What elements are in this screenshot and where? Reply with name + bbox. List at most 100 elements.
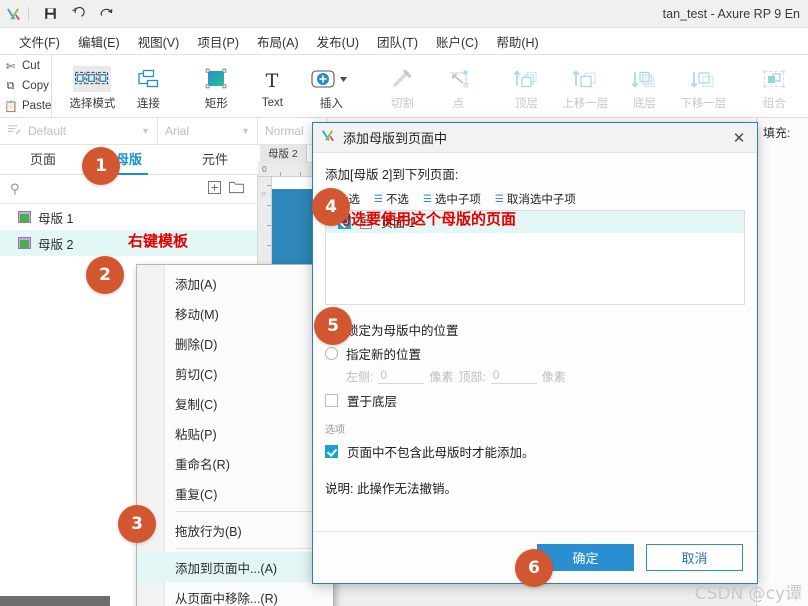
tab-pages[interactable]: 页面 bbox=[0, 149, 86, 174]
menu-item-paste[interactable]: 粘贴(P) bbox=[137, 418, 333, 448]
dialog-title: 添加母版到页面中 bbox=[343, 131, 448, 146]
menu-project[interactable]: 项目(P) bbox=[188, 28, 248, 55]
slice-icon bbox=[391, 66, 413, 92]
bring-to-front-icon bbox=[512, 66, 540, 92]
document-tab[interactable]: 母版 2 bbox=[260, 145, 307, 163]
bring-forward-button[interactable]: 上移一层 bbox=[554, 55, 616, 117]
menu-item-label: 移动(M) bbox=[175, 307, 219, 322]
tab-widgets[interactable]: 元件 bbox=[172, 149, 258, 174]
rectangle-icon bbox=[205, 66, 227, 92]
select-children-button[interactable]: ☰ 选中子项 bbox=[423, 191, 481, 207]
menu-item-copy[interactable]: 复制(C) bbox=[137, 388, 333, 418]
dialog-note: 说明: 此操作无法撤销。 bbox=[325, 482, 457, 496]
select-mode-button[interactable]: 选择模式 bbox=[64, 55, 120, 117]
menu-item-label: 添加到页面中...(A) bbox=[175, 561, 278, 576]
text-button[interactable]: T Text bbox=[244, 55, 300, 117]
axure-logo-icon bbox=[321, 129, 335, 146]
close-icon[interactable]: ✕ bbox=[729, 129, 749, 147]
save-icon[interactable] bbox=[36, 1, 64, 27]
menu-item-duplicate[interactable]: 重复(C) bbox=[137, 478, 333, 508]
group-button[interactable]: 组合 bbox=[746, 55, 802, 117]
send-to-back-row[interactable]: 置于底层 bbox=[325, 391, 745, 410]
new-folder-icon[interactable] bbox=[225, 181, 247, 197]
copy-button[interactable]: ⧉ Copy bbox=[4, 76, 51, 96]
insert-button[interactable]: 插入 bbox=[300, 55, 362, 117]
selection-links-row: ☰ 全选 ☰ 不选 ☰ 选中子项 ☰ 取消选中子项 bbox=[325, 191, 745, 207]
slice-label: 切割 bbox=[390, 97, 414, 110]
select-mode-label: 选择模式 bbox=[69, 97, 116, 110]
top-unit: 像素 bbox=[541, 369, 566, 384]
menu-publish[interactable]: 发布(U) bbox=[308, 28, 368, 55]
menu-file[interactable]: 文件(F) bbox=[10, 28, 69, 55]
style-selector[interactable]: Default ▼ bbox=[0, 117, 158, 145]
menu-view[interactable]: 视图(V) bbox=[129, 28, 189, 55]
toolbar-group-mode: 选择模式 连接 bbox=[64, 55, 176, 117]
dialog-title-bar: 添加母版到页面中 ✕ bbox=[313, 123, 757, 153]
chevron-down-icon[interactable]: ▼ bbox=[141, 126, 150, 136]
menu-item-remove-from-pages[interactable]: 从页面中移除...(R) bbox=[137, 582, 333, 606]
menu-layout[interactable]: 布局(A) bbox=[248, 28, 308, 55]
master-label: 母版 2 bbox=[38, 237, 74, 252]
menu-account[interactable]: 账户(C) bbox=[427, 28, 487, 55]
menu-team[interactable]: 团队(T) bbox=[368, 28, 427, 55]
taskbar-strip bbox=[0, 596, 110, 606]
menu-help[interactable]: 帮助(H) bbox=[487, 28, 547, 55]
ungroup-button[interactable]: 取消组合 bbox=[802, 55, 808, 117]
menu-edit[interactable]: 编辑(E) bbox=[69, 28, 129, 55]
rectangle-label: 矩形 bbox=[204, 97, 228, 110]
redo-icon[interactable] bbox=[92, 1, 120, 27]
add-master-icon[interactable] bbox=[203, 181, 225, 197]
step-badge-3: 3 bbox=[118, 505, 156, 543]
bring-to-front-button[interactable]: 顶层 bbox=[498, 55, 554, 117]
menu-item-cut[interactable]: 剪切(C) bbox=[137, 358, 333, 388]
paste-button[interactable]: 📋 Paste bbox=[4, 96, 51, 116]
send-backward-icon bbox=[689, 66, 717, 92]
list-item[interactable]: 母版 1 bbox=[0, 204, 257, 230]
send-to-back-label: 底层 bbox=[632, 97, 656, 110]
select-none-button[interactable]: ☰ 不选 bbox=[374, 191, 409, 207]
dialog-body: 添加[母版 2]到下列页面: ☰ 全选 ☰ 不选 ☰ 选中子项 ☰ 取消选中子项 bbox=[313, 153, 757, 497]
radio-new-position[interactable]: 指定新的位置 bbox=[325, 341, 745, 365]
radio-indicator bbox=[325, 346, 338, 360]
step-badge-5: 5 bbox=[314, 307, 352, 345]
select-none-icon: ☰ bbox=[373, 193, 383, 205]
point-label: 点 bbox=[452, 97, 465, 110]
cancel-button[interactable]: 取消 bbox=[646, 544, 743, 571]
dialog-lead-text: 添加[母版 2]到下列页面: bbox=[325, 168, 459, 182]
option-only-if-absent-row[interactable]: 页面中不包含此母版时才能添加。 bbox=[325, 442, 745, 461]
rectangle-button[interactable]: 矩形 bbox=[188, 55, 244, 117]
chevron-down-icon[interactable]: ▼ bbox=[241, 126, 250, 136]
style-brush-icon bbox=[7, 123, 22, 139]
vruler-origin-mark: ○ bbox=[261, 189, 266, 198]
search-icon[interactable]: ⚲ bbox=[10, 181, 20, 197]
option-checkbox[interactable] bbox=[325, 445, 338, 458]
menu-item-add-to-pages[interactable]: 添加到页面中...(A) bbox=[137, 552, 333, 582]
menu-item-add[interactable]: 添加(A) bbox=[137, 268, 333, 298]
select-children-icon: ☰ bbox=[422, 193, 432, 205]
send-to-back-checkbox[interactable] bbox=[325, 394, 338, 407]
add-master-to-pages-dialog: 添加母版到页面中 ✕ 添加[母版 2]到下列页面: ☰ 全选 ☰ 不选 ☰ 选中… bbox=[312, 122, 758, 584]
send-to-back-button[interactable]: 底层 bbox=[616, 55, 672, 117]
font-selector[interactable]: Arial ▼ bbox=[158, 117, 258, 145]
left-input[interactable] bbox=[378, 368, 425, 384]
copy-icon: ⧉ bbox=[6, 79, 15, 92]
menu-item-delete[interactable]: 删除(D) bbox=[137, 328, 333, 358]
slice-button[interactable]: 切割 bbox=[374, 55, 430, 117]
undo-icon[interactable] bbox=[64, 1, 92, 27]
menu-item-move[interactable]: 移动(M) bbox=[137, 298, 333, 328]
group-icon bbox=[762, 66, 786, 92]
menu-item-rename[interactable]: 重命名(R) bbox=[137, 448, 333, 478]
connect-button[interactable]: 连接 bbox=[120, 55, 176, 117]
cut-button[interactable]: ✄ Cut bbox=[4, 56, 51, 76]
options-section-label: 选项 bbox=[325, 425, 345, 436]
step-badge-4: 4 bbox=[312, 188, 350, 226]
send-backward-button[interactable]: 下移一层 bbox=[672, 55, 734, 117]
menu-item-drop-behavior[interactable]: 拖放行为(B) bbox=[137, 515, 333, 545]
menu-divider bbox=[175, 548, 328, 549]
unselect-children-button[interactable]: ☰ 取消选中子项 bbox=[495, 191, 576, 207]
radio-lock-position[interactable]: 锁定为母版中的位置 bbox=[325, 317, 745, 341]
top-input[interactable] bbox=[490, 368, 537, 384]
point-button[interactable]: 点 bbox=[430, 55, 486, 117]
insert-plus-icon bbox=[311, 66, 351, 92]
masters-search-row: ⚲ bbox=[0, 175, 257, 204]
